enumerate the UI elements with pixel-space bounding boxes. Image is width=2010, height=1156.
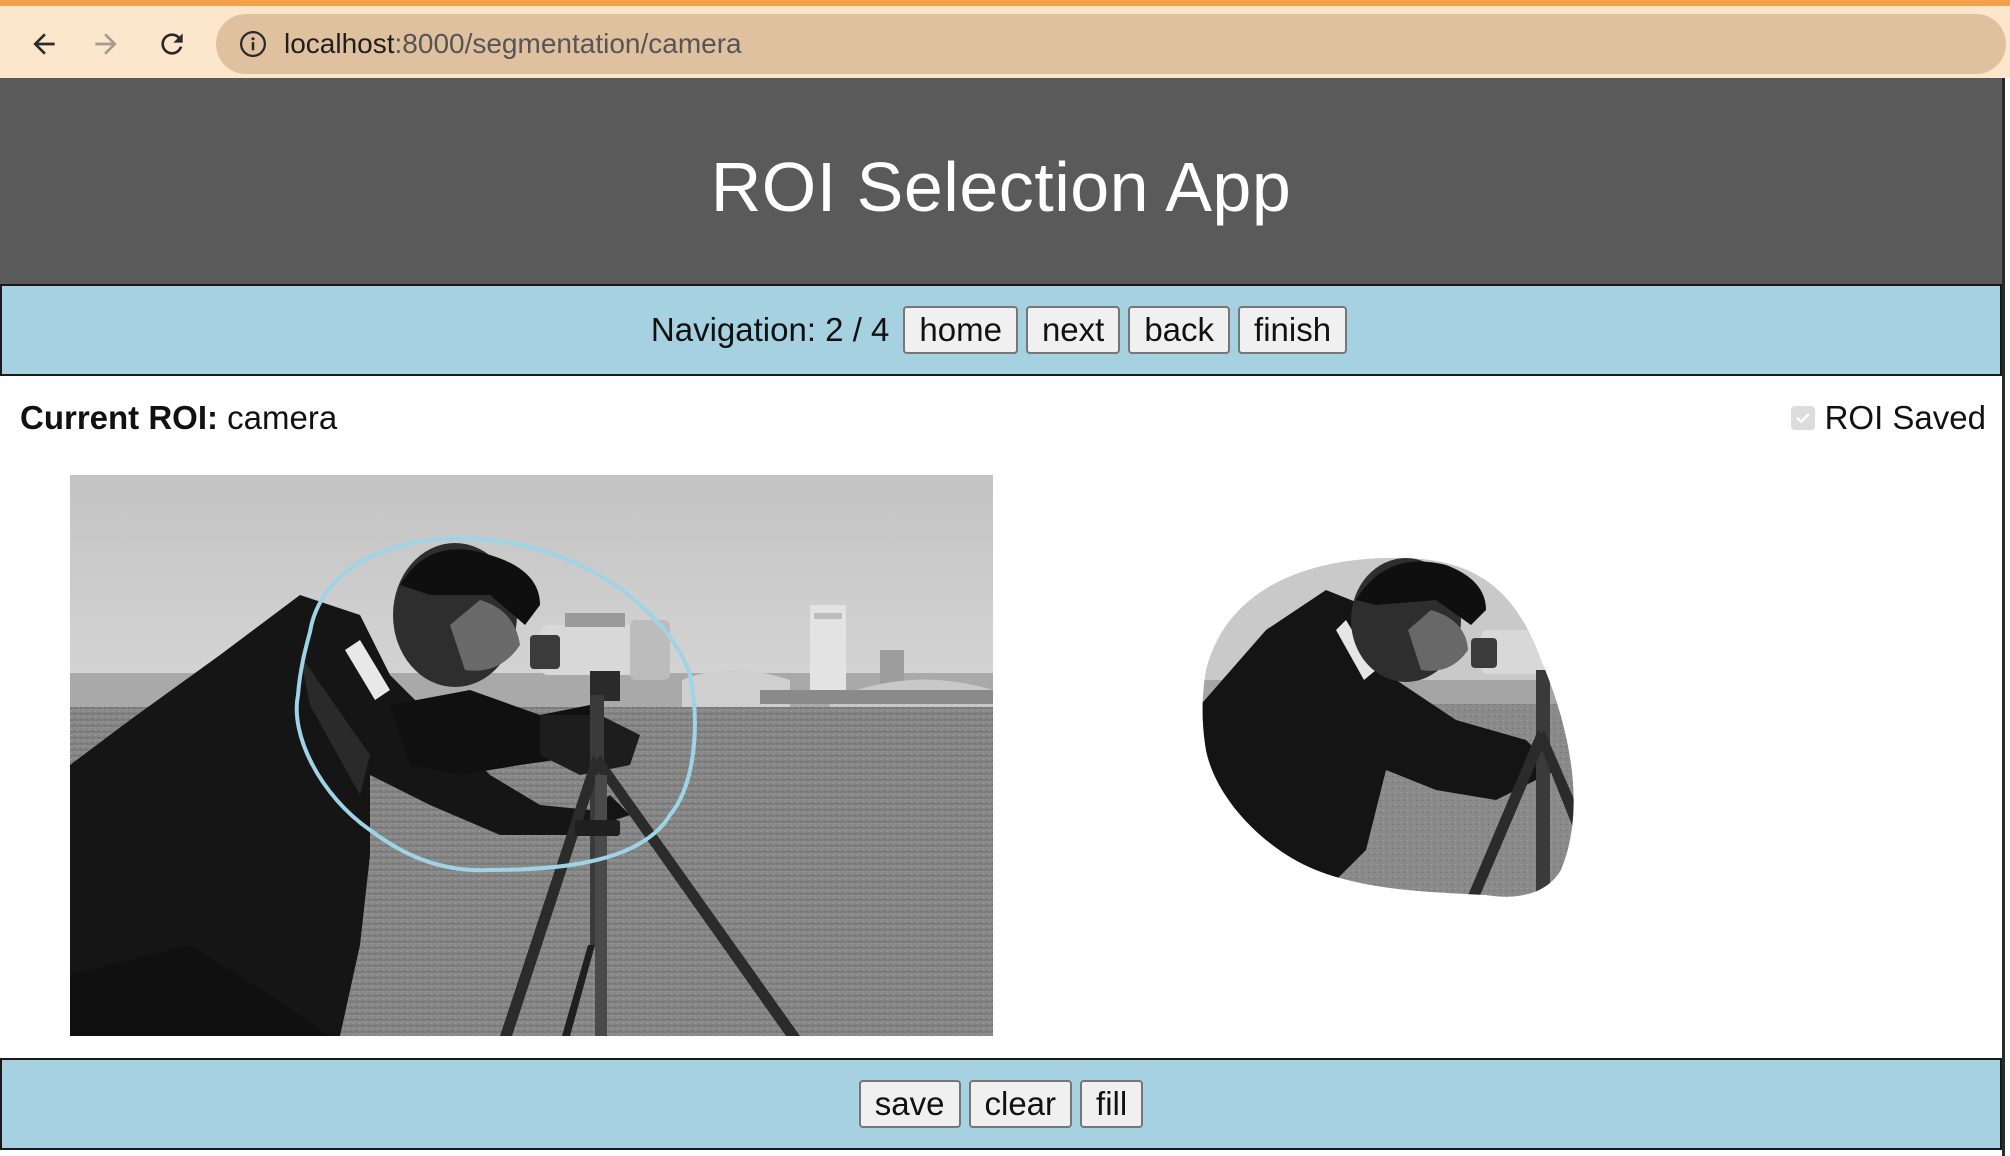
checkmark-icon [1796,413,1810,423]
address-bar[interactable]: localhost:8000/segmentation/camera [216,14,2006,74]
browser-reload-button[interactable] [152,24,192,64]
browser-toolbar: localhost:8000/segmentation/camera [0,6,2010,78]
page-viewport: ROI Selection App Navigation: 2 / 4 home… [0,78,2005,1156]
current-roi-label: Current ROI: [20,399,218,436]
back-button[interactable]: back [1128,306,1231,354]
roi-preview [1202,557,1574,897]
page-title: ROI Selection App [710,148,1292,226]
home-button[interactable]: home [903,306,1018,354]
roi-saved-indicator: ROI Saved [1790,396,1986,440]
next-button[interactable]: next [1025,306,1121,354]
browser-back-button[interactable] [24,24,64,64]
fill-button[interactable]: fill [1080,1080,1144,1128]
clear-button[interactable]: clear [968,1080,1073,1128]
navigation-bar: Navigation: 2 / 4 home next back finish [0,284,2002,376]
roi-status-row: Current ROI: camera ROI Saved [20,396,1986,440]
reload-icon [161,33,183,55]
arrow-right-icon [95,33,117,55]
arrow-left-icon [33,33,55,55]
app-header: ROI Selection App [0,78,2002,284]
url-text[interactable]: localhost:8000/segmentation/camera [284,14,742,74]
url-path: :8000/segmentation/camera [394,28,742,59]
current-roi: Current ROI: camera [20,396,337,440]
finish-button[interactable]: finish [1238,306,1348,354]
roi-saved-checkbox[interactable] [1790,406,1815,430]
save-button[interactable]: save [858,1080,961,1128]
navigation-label: Navigation: 2 / 4 [650,311,890,348]
info-icon[interactable] [238,29,268,59]
action-bar: save clear fill [0,1058,2002,1150]
browser-forward-button[interactable] [86,24,126,64]
roi-preview-image [1202,557,1574,897]
current-roi-value: camera [227,399,338,436]
roi-saved-label: ROI Saved [1824,399,1986,436]
url-host: localhost [284,28,395,59]
photo-scene [70,475,993,1036]
image-canvas[interactable] [70,475,993,1036]
